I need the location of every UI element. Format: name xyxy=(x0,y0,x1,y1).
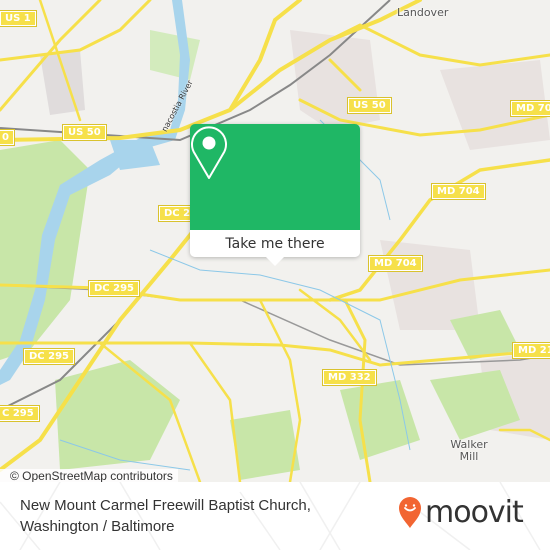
urban-area xyxy=(380,240,480,330)
road-shield-md704: MD 704 xyxy=(510,100,550,117)
popup-header xyxy=(190,124,360,230)
road-shield-md704: MD 704 xyxy=(368,255,423,272)
take-me-there-label: Take me there xyxy=(225,235,325,252)
urban-area xyxy=(290,30,380,130)
urban-area xyxy=(40,50,85,115)
map-attribution[interactable]: © OpenStreetMap contributors xyxy=(0,469,178,482)
road-shield-us50: US 50 xyxy=(62,124,107,141)
road-shield-md704: MD 704 xyxy=(431,183,486,200)
road-shield-partial: 0 xyxy=(0,129,15,146)
park-area xyxy=(150,30,200,80)
road-shield-dc295: DC 295 xyxy=(88,280,140,297)
park-area xyxy=(55,360,180,470)
popup-pointer xyxy=(266,257,284,266)
take-me-there-button[interactable]: Take me there xyxy=(190,230,360,257)
road-shield-dc295: DC 295 xyxy=(23,348,75,365)
footer: New Mount Carmel Freewill Baptist Church… xyxy=(0,482,550,550)
road-shield-dc295: C 295 xyxy=(0,405,40,422)
location-popup: Take me there xyxy=(190,124,360,266)
place-label-walker-mill: Walker Mill xyxy=(450,438,488,463)
location-name: New Mount Carmel Freewill Baptist Church… xyxy=(20,497,311,514)
moovit-pin-icon xyxy=(399,497,421,528)
road-shield-md332: MD 332 xyxy=(322,369,377,386)
road-shield-us50: US 50 xyxy=(347,97,392,114)
road-shield-us1: US 1 xyxy=(0,10,37,27)
moovit-logo[interactable]: moovit xyxy=(398,495,524,530)
location-region: Washington / Baltimore xyxy=(20,518,175,535)
moovit-wordmark: moovit xyxy=(425,495,524,530)
park-area xyxy=(340,380,420,460)
road-shield-md21: MD 21 xyxy=(512,342,550,359)
location-title: New Mount Carmel Freewill Baptist Church… xyxy=(20,495,311,537)
park-area xyxy=(230,410,300,480)
map[interactable]: US 1 US 50 US 50 0 DC 295 DC 295 C 295 D… xyxy=(0,0,550,482)
map-pin-icon xyxy=(191,126,227,179)
place-label-landover: Landover xyxy=(397,6,449,19)
